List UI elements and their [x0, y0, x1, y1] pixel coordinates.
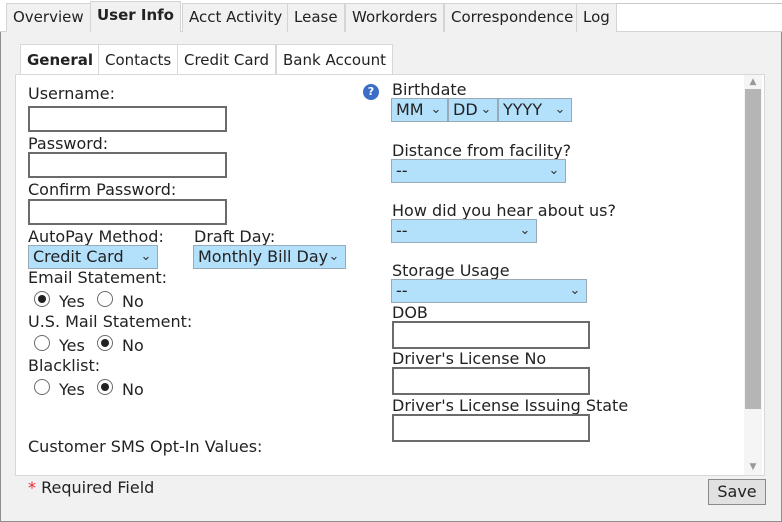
storage-usage-select[interactable]: -- ⌄	[391, 279, 587, 303]
tab-bar-filler	[614, 0, 782, 4]
license-state-input[interactable]	[392, 414, 590, 442]
storage-usage-label: Storage Usage	[392, 261, 510, 280]
hear-about-select[interactable]: -- ⌄	[391, 219, 537, 243]
birth-day-select[interactable]: DD ⌄	[448, 98, 498, 122]
distance-value: --	[396, 161, 408, 180]
usmail-statement-no-label: No	[122, 336, 144, 355]
license-number-label: Driver's License No	[392, 349, 547, 368]
usmail-statement-yes-label: Yes	[59, 336, 85, 355]
email-statement-yes-label: Yes	[59, 292, 85, 311]
confirm-password-input[interactable]	[28, 199, 227, 225]
chevron-down-icon: ⌄	[554, 102, 566, 117]
tab-lease[interactable]: Lease	[287, 3, 345, 32]
scroll-down-arrow-icon[interactable]: ▼	[744, 460, 762, 474]
chevron-down-icon: ⌄	[328, 249, 340, 264]
usmail-statement-yes-radio[interactable]	[34, 335, 50, 351]
password-label: Password:	[28, 134, 109, 153]
storage-usage-value: --	[396, 281, 408, 300]
blacklist-yes-label: Yes	[59, 380, 85, 399]
username-input[interactable]	[28, 106, 227, 132]
chevron-down-icon: ⌄	[430, 102, 442, 117]
scroll-up-arrow-icon[interactable]: ▲	[744, 75, 762, 89]
dob-label: DOB	[392, 303, 428, 322]
confirm-password-label: Confirm Password:	[28, 180, 177, 199]
email-statement-yes-radio[interactable]	[34, 291, 50, 307]
hear-about-label: How did you hear about us?	[392, 201, 616, 220]
usmail-statement-label: U.S. Mail Statement:	[28, 312, 193, 331]
chevron-down-icon: ⌄	[548, 163, 560, 178]
birth-month-value: MM	[396, 100, 424, 119]
autopay-label: AutoPay Method:	[28, 227, 164, 246]
subtab-general[interactable]: General	[20, 44, 100, 74]
distance-label: Distance from facility?	[392, 141, 572, 160]
scroll-thumb[interactable]	[745, 89, 761, 409]
dob-input[interactable]	[392, 321, 590, 349]
password-input[interactable]	[28, 152, 227, 178]
tab-correspondence[interactable]: Correspondence	[444, 3, 581, 32]
tab-log[interactable]: Log	[576, 3, 617, 32]
distance-select[interactable]: -- ⌄	[391, 159, 566, 183]
license-number-input[interactable]	[392, 367, 590, 395]
chevron-down-icon: ⌄	[569, 283, 581, 298]
required-field-text: Required Field	[41, 478, 155, 497]
required-field-note: * Required Field	[28, 478, 154, 497]
autopay-method-value: Credit Card	[33, 247, 124, 266]
hear-about-value: --	[396, 221, 408, 240]
username-label: Username:	[28, 84, 115, 103]
blacklist-no-label: No	[122, 380, 144, 399]
draft-day-label: Draft Day:	[194, 227, 276, 246]
save-button[interactable]: Save	[708, 479, 766, 505]
tab-acct-activity[interactable]: Acct Activity	[182, 3, 290, 32]
tab-user-info[interactable]: User Info	[90, 1, 181, 32]
subtab-credit-card[interactable]: Credit Card	[177, 44, 276, 74]
birth-year-select[interactable]: YYYY ⌄	[498, 98, 572, 122]
blacklist-label: Blacklist:	[28, 356, 101, 375]
top-tab-bar: Overview User Info Acct Activity Lease W…	[0, 0, 782, 32]
blacklist-no-radio[interactable]	[97, 379, 113, 395]
tab-overview[interactable]: Overview	[6, 3, 91, 32]
chevron-down-icon: ⌄	[140, 249, 152, 264]
usmail-statement-no-radio[interactable]	[97, 335, 113, 351]
chevron-down-icon: ⌄	[480, 102, 492, 117]
subtab-bank-account[interactable]: Bank Account	[276, 44, 394, 74]
birth-month-select[interactable]: MM ⌄	[391, 98, 448, 122]
chevron-down-icon: ⌄	[519, 223, 531, 238]
autopay-method-select[interactable]: Credit Card ⌄	[28, 245, 158, 269]
subtab-contacts[interactable]: Contacts	[98, 44, 179, 74]
email-statement-no-label: No	[122, 292, 144, 311]
birth-year-value: YYYY	[503, 100, 543, 119]
license-state-label: Driver's License Issuing State	[392, 396, 629, 415]
email-statement-no-radio[interactable]	[97, 291, 113, 307]
birth-day-value: DD	[453, 100, 478, 119]
draft-day-value: Monthly Bill Day	[198, 247, 329, 266]
email-statement-label: Email Statement:	[28, 268, 168, 287]
birthdate-label: Birthdate	[392, 80, 467, 99]
draft-day-select[interactable]: Monthly Bill Day ⌄	[193, 245, 346, 269]
blacklist-yes-radio[interactable]	[34, 379, 50, 395]
sms-optin-label: Customer SMS Opt-In Values:	[28, 437, 263, 456]
tab-workorders[interactable]: Workorders	[345, 3, 445, 32]
help-icon[interactable]: ?	[363, 84, 379, 100]
required-star: *	[28, 478, 36, 497]
